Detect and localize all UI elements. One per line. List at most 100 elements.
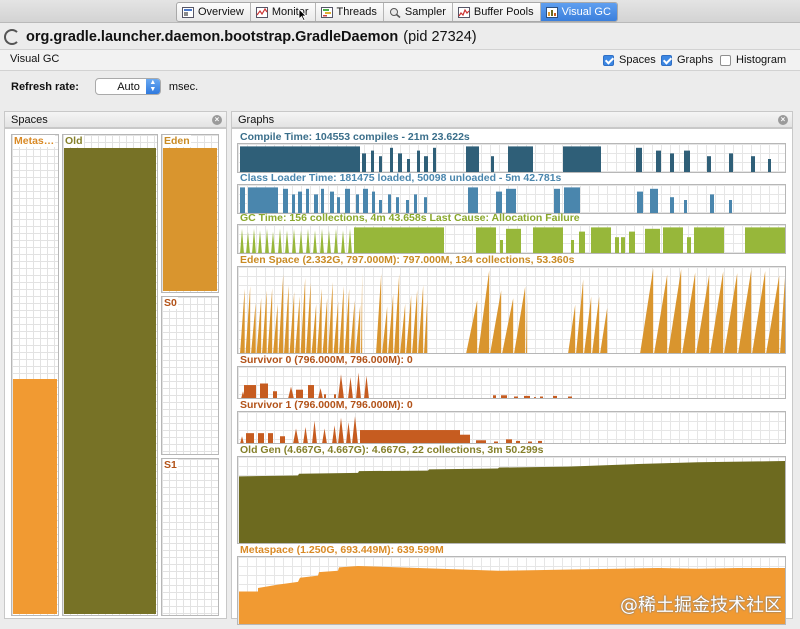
eden-usage-sawtooth — [490, 290, 502, 353]
eden-usage-sawtooth — [333, 300, 339, 353]
compile-activity-block — [371, 150, 374, 172]
compile-activity-block — [466, 146, 479, 172]
tab-threads[interactable]: Threads — [316, 3, 384, 21]
close-icon[interactable]: × — [212, 115, 222, 125]
eden-usage-sawtooth — [273, 303, 278, 353]
gc-activity-block — [506, 228, 521, 253]
graph-plot — [237, 411, 786, 444]
refresh-rate-select[interactable]: Auto ▲ ▼ — [94, 78, 161, 95]
eden-usage-sawtooth — [654, 274, 668, 353]
spaces-checkbox[interactable]: Spaces — [603, 54, 656, 66]
eden-usage-sawtooth — [251, 302, 256, 353]
eden-usage-sawtooth — [328, 281, 333, 353]
graph-plot — [237, 224, 786, 254]
tab-overview[interactable]: Overview — [177, 3, 251, 21]
graph-title: GC Time: 156 collections, 4m 43.658s Las… — [240, 212, 580, 224]
eden-usage-sawtooth — [317, 288, 322, 353]
class-loader-activity-block — [345, 188, 350, 213]
compile-activity-block — [491, 156, 494, 172]
space-label: Eden — [163, 135, 191, 147]
gc-activity-spike — [240, 228, 244, 253]
eden-usage-sawtooth — [376, 273, 382, 353]
eden-usage-sawtooth — [278, 274, 284, 353]
survivor1-usage-block — [258, 433, 264, 443]
sampler-icon — [389, 7, 401, 18]
class-loader-activity-block — [710, 194, 714, 213]
space-fill — [13, 378, 57, 614]
class-loader-activity-block — [670, 197, 674, 213]
graphs-checkbox[interactable]: Graphs — [661, 54, 713, 66]
eden-usage-sawtooth — [418, 284, 424, 353]
eden-usage-sawtooth — [350, 300, 355, 353]
compile-activity-block — [390, 147, 393, 172]
compile-activity-block — [379, 156, 382, 172]
gc-activity-block — [354, 227, 444, 253]
tab-sampler[interactable]: Sampler — [384, 3, 453, 21]
eden-usage-sawtooth — [584, 296, 592, 353]
eden-usage-sawtooth — [322, 298, 328, 353]
space-label: S1 — [163, 459, 178, 471]
gc-activity-spike — [320, 228, 324, 253]
tab-buffer-pools[interactable]: Buffer Pools — [453, 3, 541, 21]
compile-activity-block — [751, 156, 755, 172]
compile-activity-block — [636, 147, 642, 172]
compile-activity-block — [508, 146, 533, 172]
graph-plot — [237, 184, 786, 214]
refresh-rate-label: Refresh rate: — [11, 80, 79, 93]
spaces-panel: Metas… Old Eden S0 S1 — [4, 128, 227, 619]
eden-usage-sawtooth — [339, 285, 344, 353]
eden-usage-sawtooth — [668, 268, 682, 353]
loading-spinner-icon — [4, 29, 20, 45]
survivor0-usage-block — [273, 391, 277, 398]
refresh-rate-value: Auto — [117, 81, 140, 93]
survivor0-usage-block — [493, 395, 496, 398]
compile-activity-block — [424, 156, 428, 172]
gc-activity-spike — [348, 228, 352, 253]
overview-icon — [182, 6, 194, 18]
eden-usage-sawtooth — [256, 297, 262, 353]
eden-usage-sawtooth — [388, 293, 394, 353]
tab-strip: Overview Monitor Threads Sampler Buffer … — [176, 2, 618, 22]
graph-plot — [237, 143, 786, 173]
eden-usage-sawtooth — [478, 270, 490, 353]
histogram-checkbox[interactable]: Histogram — [720, 54, 786, 66]
graphs-panel-title: Graphs — [238, 114, 275, 126]
compile-activity-block — [684, 150, 690, 172]
tab-label: Threads — [336, 6, 377, 18]
eden-usage-sawtooth — [344, 288, 350, 353]
graph-title: Eden Space (2.332G, 797.000M): 797.000M,… — [240, 254, 575, 266]
gc-activity-spike — [271, 231, 275, 253]
compile-activity-block — [707, 156, 711, 172]
eden-usage-sawtooth — [355, 304, 361, 353]
compile-activity-block — [670, 153, 674, 172]
gc-activity-spike — [306, 228, 310, 253]
eden-usage-sawtooth — [526, 294, 528, 353]
close-icon[interactable]: × — [778, 115, 788, 125]
gc-activity-spike — [285, 230, 289, 253]
space-fill — [163, 148, 217, 291]
graph-plot — [237, 366, 786, 399]
tab-label: Buffer Pools — [473, 6, 534, 18]
spaces-panel-title: Spaces — [11, 114, 48, 126]
survivor0-usage-spike — [318, 388, 323, 398]
eden-usage-sawtooth — [361, 271, 363, 353]
gc-activity-block — [500, 240, 503, 253]
mouse-cursor-icon — [298, 8, 307, 21]
eden-usage-sawtooth — [262, 290, 267, 353]
refresh-rate-unit: msec. — [168, 80, 199, 93]
class-loader-activity-block — [330, 191, 334, 213]
survivor1-usage-spike — [352, 416, 358, 443]
space-fill — [64, 148, 156, 614]
gc-activity-block — [533, 227, 563, 253]
eden-usage-sawtooth — [300, 277, 306, 353]
compile-activity-block — [768, 159, 771, 172]
class-loader-activity-block — [496, 191, 502, 213]
survivor0-usage-block — [553, 395, 557, 398]
survivor1-usage-block — [268, 433, 273, 443]
tab-visual-gc[interactable]: Visual GC — [540, 3, 617, 21]
survivor1-usage-block — [360, 430, 460, 443]
survivor0-usage-block — [296, 389, 303, 398]
graphs-panel-header: Graphs × — [231, 111, 793, 128]
checkbox-checked-icon — [661, 54, 672, 66]
tab-label: Visual GC — [561, 6, 611, 18]
